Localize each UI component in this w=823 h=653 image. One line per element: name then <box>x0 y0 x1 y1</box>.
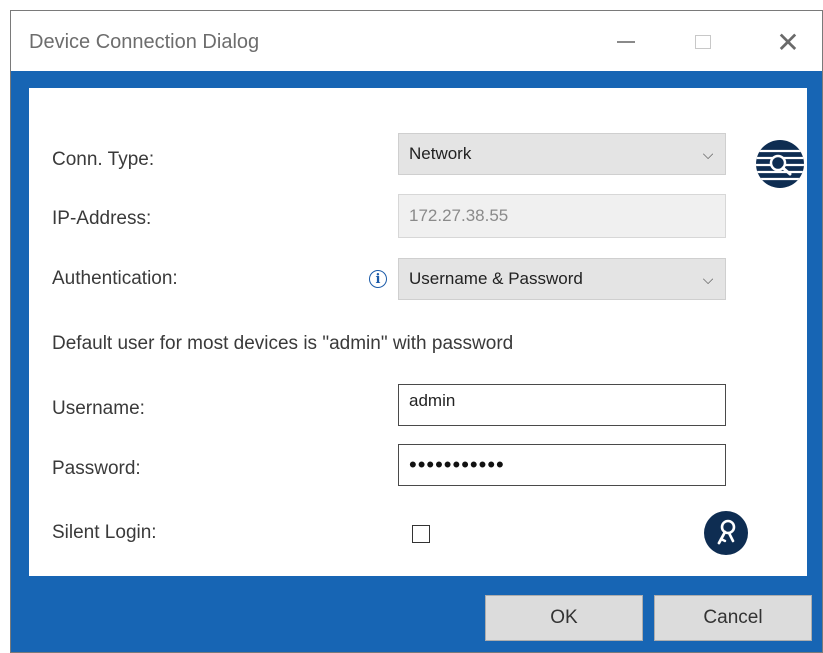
network-scan-button[interactable] <box>755 139 805 189</box>
chevron-down-icon: ⌵ <box>702 145 714 162</box>
maximize-icon <box>695 35 711 49</box>
minimize-icon <box>617 41 635 43</box>
cancel-button[interactable]: Cancel <box>654 595 812 641</box>
minimize-button[interactable] <box>606 25 646 59</box>
default-user-note: Default user for most devices is "admin"… <box>52 333 514 354</box>
password-value: ••••••••••• <box>409 452 505 477</box>
maximize-button[interactable] <box>683 25 723 59</box>
close-icon: ✕ <box>776 26 800 58</box>
username-label: Username: <box>52 398 145 419</box>
silent-login-checkbox[interactable] <box>412 525 430 543</box>
conn-type-value: Network <box>409 144 472 163</box>
key-login-button[interactable] <box>703 510 749 556</box>
chevron-down-icon: ⌵ <box>702 270 714 287</box>
silent-login-label: Silent Login: <box>52 522 157 543</box>
network-scan-icon <box>756 140 804 188</box>
password-label: Password: <box>52 458 141 479</box>
key-login-icon <box>704 511 748 555</box>
authentication-value: Username & Password <box>409 269 583 288</box>
username-input[interactable]: admin <box>398 384 726 426</box>
authentication-label: Authentication: <box>52 268 178 289</box>
dialog-content: Conn. Type: Network ⌵ IP-Address: 172.27… <box>29 88 807 576</box>
conn-type-label: Conn. Type: <box>52 149 155 170</box>
authentication-select[interactable]: Username & Password ⌵ <box>398 258 726 300</box>
password-input[interactable]: ••••••••••• <box>398 444 726 486</box>
ip-address-value: 172.27.38.55 <box>409 206 509 225</box>
ip-address-field: 172.27.38.55 <box>398 194 726 238</box>
username-value: admin <box>409 391 456 410</box>
title-bar: Device Connection Dialog ✕ <box>11 11 822 71</box>
close-button[interactable]: ✕ <box>768 25 808 59</box>
window-title: Device Connection Dialog <box>29 31 260 53</box>
info-glyph: i <box>375 271 381 287</box>
ip-address-label: IP-Address: <box>52 208 152 229</box>
conn-type-select[interactable]: Network ⌵ <box>398 133 726 175</box>
info-icon[interactable]: i <box>369 270 387 288</box>
device-connection-dialog: Device Connection Dialog ✕ Conn. Type: N… <box>10 10 823 653</box>
ok-button[interactable]: OK <box>485 595 643 641</box>
